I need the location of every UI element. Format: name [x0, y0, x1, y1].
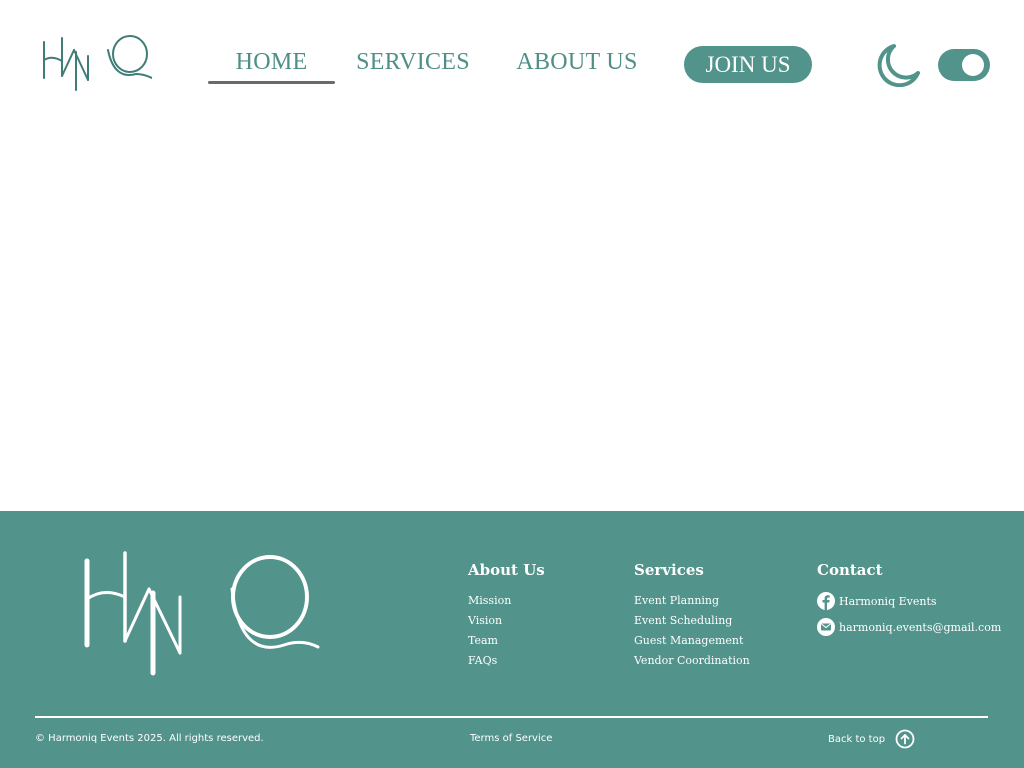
- terms-of-service-link[interactable]: Terms of Service: [470, 733, 552, 744]
- hmq-logo[interactable]: [40, 34, 152, 94]
- hmq-footer-logo: [84, 551, 320, 676]
- footer-services-column: Services Event Planning Event Scheduling…: [634, 561, 750, 671]
- nav-services[interactable]: SERVICES: [352, 44, 474, 84]
- footer-link-event-planning[interactable]: Event Planning: [634, 594, 719, 607]
- footer-link-vision[interactable]: Vision: [468, 614, 502, 627]
- footer-link-mission[interactable]: Mission: [468, 594, 511, 607]
- footer-link-event-scheduling[interactable]: Event Scheduling: [634, 614, 732, 627]
- facebook-icon: [817, 592, 835, 610]
- footer-link-guest-management[interactable]: Guest Management: [634, 634, 743, 647]
- footer-link-vendor-coordination[interactable]: Vendor Coordination: [634, 654, 750, 667]
- footer-contact-column: Contact Harmoniq Events harmoniq.events@…: [817, 561, 1001, 643]
- theme-toggle[interactable]: [938, 49, 990, 81]
- footer-about-column: About Us Mission Vision Team FAQs: [468, 561, 545, 671]
- contact-email-link[interactable]: harmoniq.events@gmail.com: [839, 621, 1001, 634]
- mail-icon: [817, 618, 835, 636]
- footer-services-title: Services: [634, 561, 704, 579]
- footer-divider: [35, 716, 988, 718]
- contact-email[interactable]: harmoniq.events@gmail.com: [817, 617, 1001, 637]
- nav-about-us[interactable]: ABOUT US: [512, 44, 642, 84]
- footer-link-team[interactable]: Team: [468, 634, 498, 647]
- moon-icon[interactable]: [874, 43, 920, 87]
- back-to-top-label: Back to top: [828, 733, 886, 745]
- footer-link-faqs[interactable]: FAQs: [468, 654, 497, 667]
- arrow-up-circle-icon: [895, 729, 915, 749]
- footer-about-title: About Us: [468, 561, 545, 579]
- contact-facebook-link[interactable]: Harmoniq Events: [839, 595, 937, 608]
- footer-contact-title: Contact: [817, 561, 883, 579]
- back-to-top-link[interactable]: Back to top: [828, 729, 915, 749]
- site-header: HOME SERVICES ABOUT US JOIN US: [0, 0, 1024, 128]
- contact-facebook[interactable]: Harmoniq Events: [817, 591, 1001, 611]
- join-us-button[interactable]: JOIN US: [684, 46, 812, 83]
- toggle-knob: [962, 54, 984, 76]
- copyright-text: © Harmoniq Events 2025. All rights reser…: [35, 733, 264, 744]
- site-footer: About Us Mission Vision Team FAQs Servic…: [0, 511, 1024, 768]
- nav-home[interactable]: HOME: [208, 44, 335, 84]
